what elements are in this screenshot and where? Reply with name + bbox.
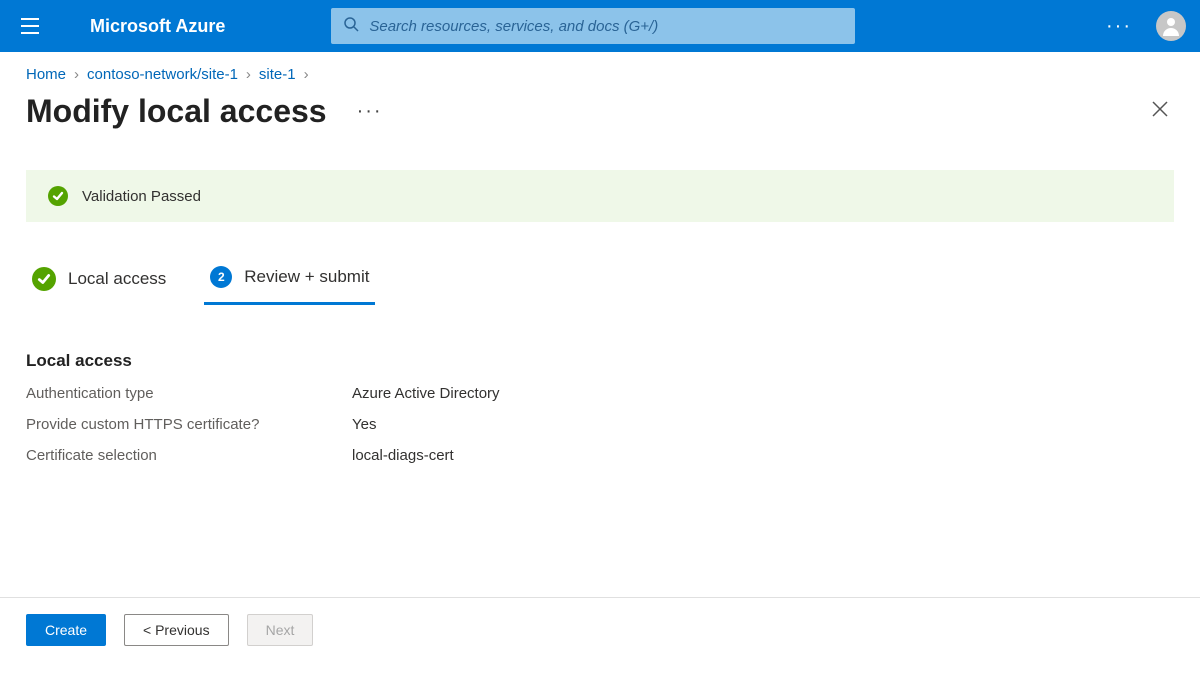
summary-row: Certificate selection local-diags-cert bbox=[26, 447, 1174, 464]
title-more-icon[interactable]: ··· bbox=[357, 100, 383, 123]
page-content: Validation Passed Local access 2 Review … bbox=[0, 170, 1200, 464]
chevron-right-icon: › bbox=[74, 66, 79, 83]
chevron-right-icon: › bbox=[304, 66, 309, 83]
summary-row-label: Certificate selection bbox=[26, 447, 352, 464]
step-number-badge: 2 bbox=[210, 266, 232, 288]
summary-row-value: local-diags-cert bbox=[352, 447, 454, 464]
summary-row-value: Azure Active Directory bbox=[352, 385, 500, 402]
tab-local-access[interactable]: Local access bbox=[26, 267, 172, 305]
page-title: Modify local access bbox=[26, 93, 327, 130]
global-search[interactable] bbox=[331, 8, 855, 44]
summary-row-value: Yes bbox=[352, 416, 376, 433]
validation-message: Validation Passed bbox=[82, 188, 201, 205]
check-circle-icon bbox=[48, 186, 68, 206]
brand-label[interactable]: Microsoft Azure bbox=[90, 16, 225, 37]
menu-icon[interactable] bbox=[10, 6, 50, 46]
user-avatar[interactable] bbox=[1156, 11, 1186, 41]
title-bar: Modify local access ··· bbox=[0, 83, 1200, 130]
close-icon[interactable] bbox=[1146, 94, 1174, 129]
summary-row: Provide custom HTTPS certificate? Yes bbox=[26, 416, 1174, 433]
chevron-right-icon: › bbox=[246, 66, 251, 83]
validation-banner: Validation Passed bbox=[26, 170, 1174, 222]
check-circle-icon bbox=[32, 267, 56, 291]
section-title-local-access: Local access bbox=[26, 351, 1174, 371]
next-button: Next bbox=[247, 614, 314, 646]
summary-row: Authentication type Azure Active Directo… bbox=[26, 385, 1174, 402]
more-icon[interactable]: ··· bbox=[1096, 9, 1142, 44]
tab-label: Local access bbox=[68, 269, 166, 289]
breadcrumb-network[interactable]: contoso-network/site-1 bbox=[87, 66, 238, 83]
breadcrumb-site[interactable]: site-1 bbox=[259, 66, 296, 83]
search-icon bbox=[343, 16, 359, 37]
tab-review-submit[interactable]: 2 Review + submit bbox=[204, 266, 375, 305]
breadcrumb-home[interactable]: Home bbox=[26, 66, 66, 83]
search-input[interactable] bbox=[369, 18, 843, 35]
top-bar: Microsoft Azure ··· bbox=[0, 0, 1200, 52]
summary-row-label: Authentication type bbox=[26, 385, 352, 402]
create-button[interactable]: Create bbox=[26, 614, 106, 646]
breadcrumb: Home › contoso-network/site-1 › site-1 › bbox=[0, 52, 1200, 83]
previous-button[interactable]: < Previous bbox=[124, 614, 229, 646]
summary-row-label: Provide custom HTTPS certificate? bbox=[26, 416, 352, 433]
wizard-tabs: Local access 2 Review + submit bbox=[26, 266, 1174, 305]
wizard-footer: Create < Previous Next bbox=[0, 597, 1200, 646]
tab-label: Review + submit bbox=[244, 267, 369, 287]
